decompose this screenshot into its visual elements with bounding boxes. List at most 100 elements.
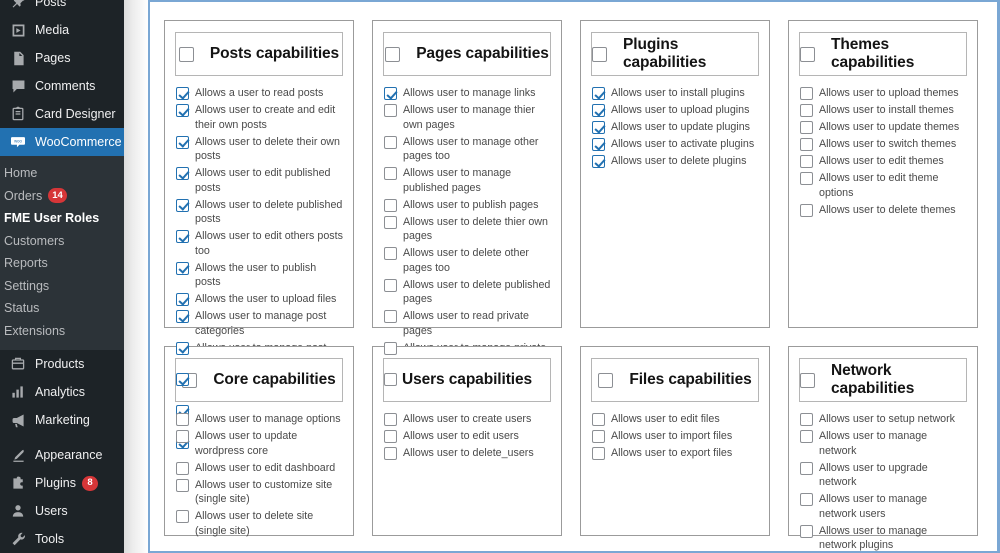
capability-checkbox[interactable] xyxy=(384,167,397,180)
capability-row[interactable]: Allows user to delete their own posts xyxy=(176,135,343,164)
capability-checkbox[interactable] xyxy=(384,430,397,443)
capability-row[interactable]: Allows user to manage network plugins xyxy=(800,524,967,551)
sidebar-item-media[interactable]: Media xyxy=(0,16,124,44)
capability-checkbox[interactable] xyxy=(592,138,605,151)
capability-checkbox[interactable] xyxy=(800,493,813,506)
capability-row[interactable]: Allows the user to publish posts xyxy=(176,261,343,290)
capability-row[interactable]: Allows user to delete published posts xyxy=(176,198,343,227)
capability-checkbox[interactable] xyxy=(800,121,813,134)
capability-checkbox[interactable] xyxy=(176,87,189,100)
capability-row[interactable]: Allows user to update themes xyxy=(800,120,967,135)
capability-checkbox[interactable] xyxy=(800,203,813,217)
capability-checkbox[interactable] xyxy=(384,215,397,229)
capability-row[interactable]: Allows user to manage options xyxy=(176,412,343,427)
sidebar-item-plugins[interactable]: Plugins 8 xyxy=(0,469,124,497)
select-all-checkbox[interactable] xyxy=(178,46,194,62)
capability-row[interactable]: Allows user to edit themes xyxy=(800,154,967,169)
sidebar-subitem-customers[interactable]: Customers xyxy=(0,230,124,253)
capability-checkbox[interactable] xyxy=(176,167,189,180)
capability-checkbox[interactable] xyxy=(800,461,813,475)
sidebar-item-card-designer[interactable]: Card Designer xyxy=(0,100,124,128)
capability-row[interactable]: Allows user to export files xyxy=(592,446,759,461)
capability-row[interactable]: Allows user to setup network xyxy=(800,412,967,427)
sidebar-item-marketing[interactable]: Marketing xyxy=(0,406,124,434)
capability-row[interactable]: Allows user to manage other pages too xyxy=(384,135,551,164)
capability-checkbox[interactable] xyxy=(176,413,189,426)
capability-row[interactable]: Allows user to create users xyxy=(384,412,551,427)
capability-row[interactable]: Allows user to manage network users xyxy=(800,492,967,521)
sidebar-subitem-reports[interactable]: Reports xyxy=(0,252,124,275)
capability-row[interactable]: Allows user to edit others posts too xyxy=(176,229,343,258)
capability-row[interactable]: Allows user to update plugins xyxy=(592,120,759,135)
capability-checkbox[interactable] xyxy=(384,87,397,100)
capability-row[interactable]: Allows a user to read posts xyxy=(176,86,343,101)
capability-checkbox[interactable] xyxy=(384,373,397,386)
capability-checkbox[interactable] xyxy=(384,278,397,292)
capability-row[interactable]: Allows the user to upload files xyxy=(176,292,343,307)
capability-checkbox[interactable] xyxy=(176,461,189,475)
capability-checkbox[interactable] xyxy=(384,310,397,323)
sidebar-subitem-home[interactable]: Home xyxy=(0,162,124,185)
capability-checkbox[interactable] xyxy=(176,230,189,243)
capability-checkbox[interactable] xyxy=(592,121,605,134)
capability-checkbox[interactable] xyxy=(384,247,397,260)
capability-row[interactable]: Allows user to delete site (single site) xyxy=(176,509,343,538)
capability-checkbox[interactable] xyxy=(176,293,189,306)
capability-row[interactable]: Allows user to delete thier own pages xyxy=(384,215,551,244)
capability-checkbox[interactable] xyxy=(800,172,813,185)
capability-checkbox[interactable] xyxy=(176,104,189,117)
capability-checkbox[interactable] xyxy=(592,155,605,168)
capability-row[interactable]: Allows user to delete published pages xyxy=(384,278,551,307)
capability-checkbox[interactable] xyxy=(176,310,189,323)
sidebar-item-woocommerce[interactable]: woo WooCommerce xyxy=(0,128,124,156)
capability-row[interactable]: Allows user to import files xyxy=(592,429,759,444)
capability-row[interactable]: Allows user to read private pages xyxy=(384,309,551,338)
sidebar-subitem-fme-user-roles[interactable]: FME User Roles xyxy=(0,207,124,230)
capability-checkbox[interactable] xyxy=(384,413,397,426)
select-all-checkbox[interactable] xyxy=(592,46,607,62)
sidebar-item-posts[interactable]: Posts xyxy=(0,0,124,16)
capability-row[interactable]: Allows user to manage network xyxy=(800,429,967,458)
capability-row[interactable]: Allows user to edit dashboard xyxy=(176,461,343,476)
capability-checkbox[interactable] xyxy=(176,478,189,492)
capability-checkbox[interactable] xyxy=(592,104,605,117)
capability-row[interactable]: Allows user to customize site (single si… xyxy=(176,478,343,507)
sidebar-subitem-orders[interactable]: Orders 14 xyxy=(0,185,124,208)
capability-checkbox[interactable] xyxy=(176,198,189,212)
capability-checkbox[interactable] xyxy=(592,87,605,100)
capability-row[interactable]: Allows user to manage post categories xyxy=(176,309,343,338)
capability-row[interactable]: Allows user to install plugins xyxy=(592,86,759,101)
capability-row[interactable]: Allows user to upload themes xyxy=(800,86,967,101)
capability-row[interactable]: Allows user to delete plugins xyxy=(592,154,759,169)
sidebar-item-analytics[interactable]: Analytics xyxy=(0,378,124,406)
capability-row[interactable]: Allows user to activate plugins xyxy=(592,137,759,152)
capability-checkbox[interactable] xyxy=(176,341,189,355)
select-all-checkbox[interactable] xyxy=(385,46,401,62)
capability-checkbox[interactable] xyxy=(176,261,189,275)
sidebar-item-products[interactable]: Products xyxy=(0,350,124,378)
capability-checkbox[interactable] xyxy=(800,524,813,538)
capability-checkbox[interactable] xyxy=(800,430,813,443)
capability-checkbox[interactable] xyxy=(592,447,605,460)
select-all-checkbox[interactable] xyxy=(800,372,815,388)
select-all-checkbox[interactable] xyxy=(800,46,815,62)
capability-row[interactable]: Allows user to edit users xyxy=(384,429,551,444)
capability-checkbox[interactable] xyxy=(176,135,189,149)
capability-checkbox[interactable] xyxy=(176,373,189,386)
capability-checkbox[interactable] xyxy=(800,104,813,117)
capability-checkbox[interactable] xyxy=(800,413,813,426)
capability-row[interactable]: Allows user to switch themes xyxy=(800,137,967,152)
sidebar-item-pages[interactable]: Pages xyxy=(0,44,124,72)
select-all-checkbox[interactable] xyxy=(598,372,614,388)
capability-row[interactable]: Allows user to delete other pages too xyxy=(384,246,551,275)
capability-checkbox[interactable] xyxy=(592,413,605,426)
capability-checkbox[interactable] xyxy=(592,430,605,443)
sidebar-subitem-status[interactable]: Status xyxy=(0,297,124,320)
capability-checkbox[interactable] xyxy=(176,430,189,443)
capability-row[interactable]: Allows user to create and edit their own… xyxy=(176,103,343,132)
capability-row[interactable]: Allows user to edit files xyxy=(592,412,759,427)
capability-checkbox[interactable] xyxy=(176,510,189,523)
capability-row[interactable]: Allows user to edit published posts xyxy=(176,166,343,195)
capability-row[interactable]: Allows user to upload plugins xyxy=(592,103,759,118)
sidebar-subitem-extensions[interactable]: Extensions xyxy=(0,320,124,343)
